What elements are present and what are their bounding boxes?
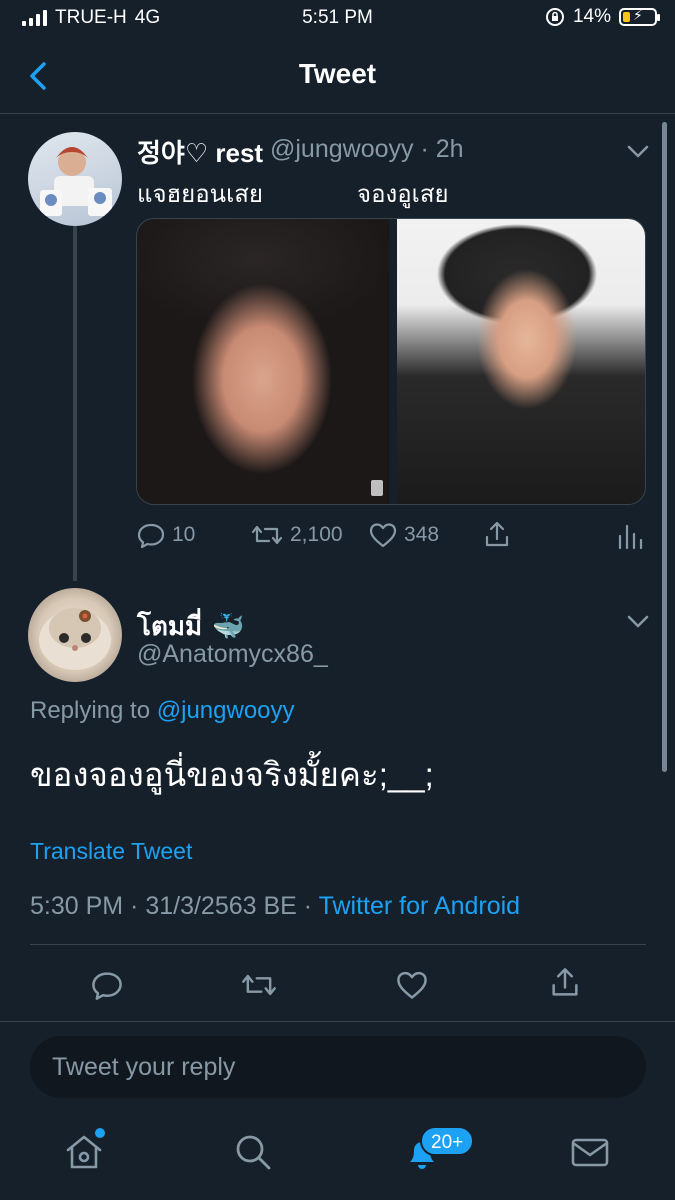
chevron-down-icon bbox=[627, 145, 649, 158]
share-action-main[interactable] bbox=[548, 966, 582, 1000]
analytics-action[interactable] bbox=[614, 520, 644, 550]
orientation-lock-icon bbox=[545, 8, 564, 26]
reply-action[interactable]: 10 bbox=[136, 520, 195, 550]
reply-author-handle[interactable]: @Anatomycx86_ bbox=[137, 640, 328, 669]
like-count: 348 bbox=[404, 523, 440, 546]
reply-menu-button[interactable] bbox=[623, 606, 653, 636]
tweet-media[interactable] bbox=[136, 218, 646, 505]
photo-left[interactable] bbox=[137, 219, 389, 504]
tweet-menu-button[interactable] bbox=[623, 136, 653, 166]
like-icon bbox=[369, 523, 397, 548]
share-icon bbox=[552, 968, 578, 996]
retweet-count: 2,100 bbox=[290, 523, 343, 546]
status-bar: TRUE-H 4G 5:51 PM 14% ⚡ bbox=[0, 0, 675, 38]
battery-icon: ⚡ bbox=[619, 7, 660, 26]
tab-messages[interactable] bbox=[568, 1130, 612, 1174]
like-action[interactable]: 348 bbox=[368, 520, 439, 550]
messages-icon bbox=[571, 1138, 609, 1167]
chevron-down-icon bbox=[627, 615, 649, 628]
share-icon bbox=[485, 521, 509, 547]
tweet-timestamp: 5:30 PM · 31/3/2563 BE · Twitter for And… bbox=[30, 892, 520, 921]
reply-input[interactable]: Tweet your reply bbox=[30, 1036, 646, 1098]
author-meta: @jungwooyy · 2h bbox=[270, 135, 464, 163]
source-link[interactable]: Twitter for Android bbox=[319, 892, 520, 920]
replying-prefix: Replying to bbox=[30, 697, 157, 724]
photo-right[interactable] bbox=[397, 219, 645, 504]
search-icon bbox=[236, 1135, 271, 1170]
avatar[interactable] bbox=[28, 132, 122, 226]
avatar-image bbox=[39, 608, 111, 670]
tab-search[interactable] bbox=[231, 1130, 275, 1174]
avatar[interactable] bbox=[28, 588, 122, 682]
retweet-action[interactable]: 2,100 bbox=[250, 520, 343, 550]
reply-text: ของจองอูนี่ของจริงมั้ยคะ;__; bbox=[30, 756, 434, 793]
avatar-image bbox=[40, 147, 112, 216]
retweet-icon bbox=[242, 974, 276, 996]
reply-action-main[interactable] bbox=[90, 968, 124, 1002]
retweet-icon bbox=[251, 525, 283, 545]
retweet-action-main[interactable] bbox=[240, 968, 278, 1002]
tweet-text-right: จองอูเสย bbox=[357, 181, 449, 208]
reply-placeholder: Tweet your reply bbox=[52, 1053, 236, 1081]
home-new-dot bbox=[95, 1128, 105, 1138]
status-right: 14% ⚡ bbox=[545, 6, 660, 28]
nav-header: Tweet bbox=[0, 38, 675, 114]
replying-to: Replying to @jungwooyy bbox=[30, 697, 295, 725]
like-action-main[interactable] bbox=[395, 968, 429, 1002]
replying-mention-link[interactable]: @jungwooyy bbox=[157, 697, 295, 724]
whale-icon: 🐳 bbox=[212, 611, 245, 641]
reply-icon bbox=[137, 523, 165, 549]
scrollbar[interactable] bbox=[662, 122, 667, 772]
tab-bar bbox=[0, 1110, 675, 1200]
notifications-badge: 20+ bbox=[420, 1126, 475, 1156]
reply-icon bbox=[92, 972, 122, 1000]
share-action[interactable] bbox=[482, 520, 512, 550]
battery-percent: 14% bbox=[572, 6, 611, 27]
like-icon bbox=[397, 971, 427, 999]
reply-count: 10 bbox=[172, 523, 196, 546]
author-name[interactable]: 정야♡ rest bbox=[137, 133, 263, 170]
divider bbox=[30, 944, 646, 945]
timestamp-text: 5:30 PM · 31/3/2563 BE · bbox=[30, 892, 319, 920]
translate-link[interactable]: Translate Tweet bbox=[30, 838, 192, 865]
divider bbox=[0, 1021, 675, 1022]
thread-line bbox=[73, 205, 77, 581]
page-title: Tweet bbox=[298, 58, 377, 89]
analytics-icon bbox=[618, 524, 643, 550]
tweet-text-left: แจฮยอนเสย bbox=[137, 181, 263, 208]
